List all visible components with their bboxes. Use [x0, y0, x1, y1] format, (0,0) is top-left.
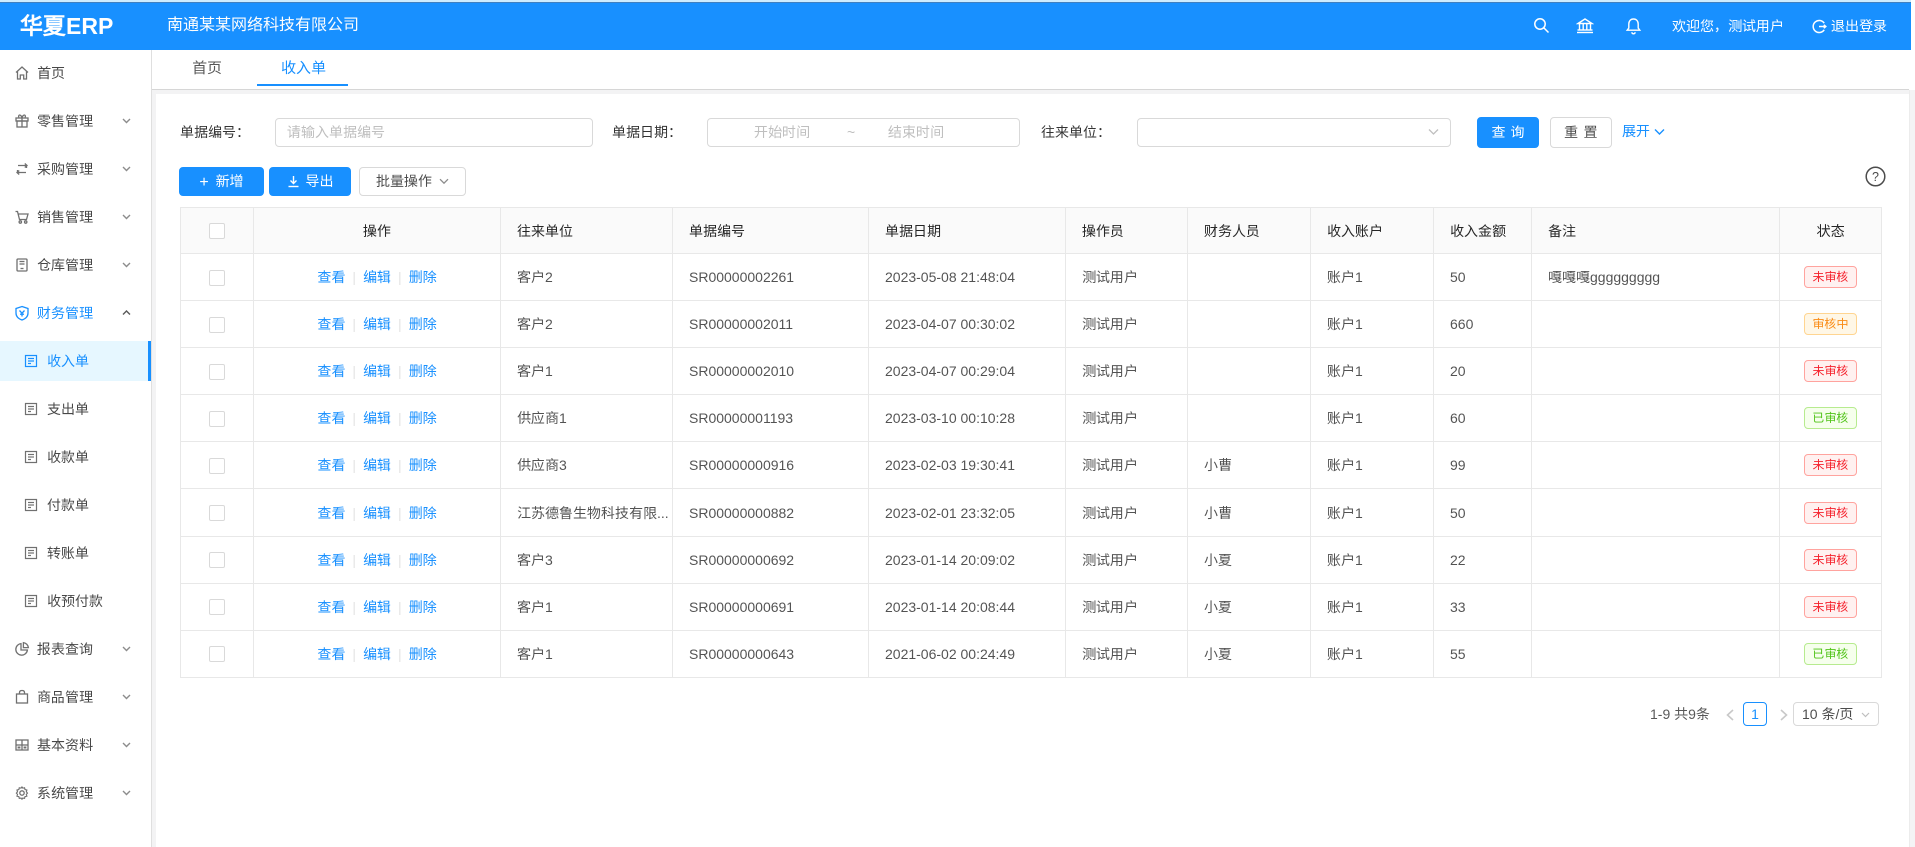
svg-text:?: ?: [1872, 170, 1879, 184]
